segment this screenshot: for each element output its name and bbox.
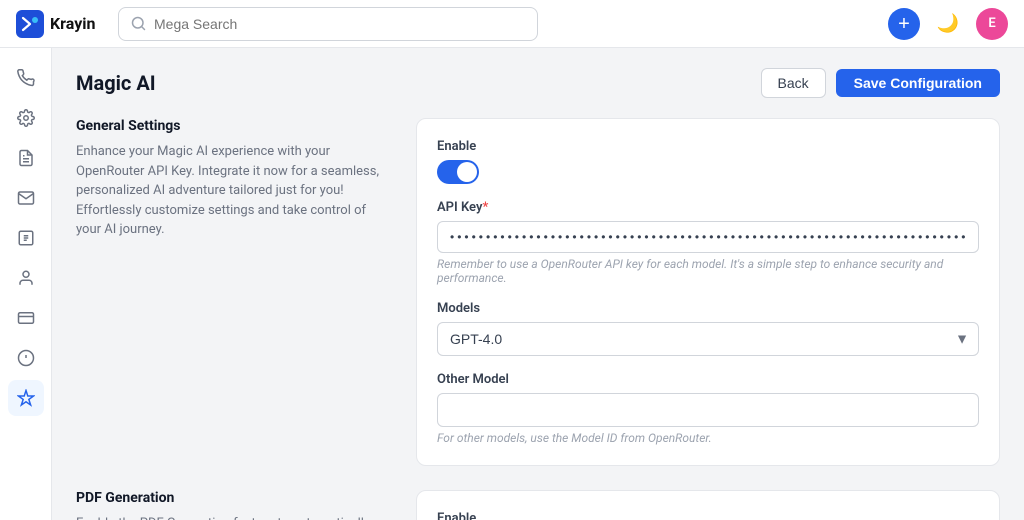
general-settings-desc: Enhance your Magic AI experience with yo…: [76, 142, 392, 240]
api-key-input[interactable]: [437, 221, 979, 253]
avatar[interactable]: E: [976, 8, 1008, 40]
save-configuration-button[interactable]: Save Configuration: [836, 69, 1000, 97]
pdf-generation-form: Enable: [416, 490, 1000, 520]
sidebar-item-billing[interactable]: [8, 300, 44, 336]
enable-label: Enable: [437, 139, 979, 154]
general-settings-section: General Settings Enhance your Magic AI e…: [76, 118, 1000, 482]
models-field-group: Models GPT-4.0 GPT-3.5-turbo Claude-3 Ll…: [437, 301, 979, 356]
sidebar-item-contacts[interactable]: [8, 260, 44, 296]
other-model-field-group: Other Model For other models, use the Mo…: [437, 372, 979, 445]
page-actions: Back Save Configuration: [761, 68, 1000, 98]
pdf-generation-section: PDF Generation Enable the PDF Generation…: [76, 490, 1000, 520]
logo[interactable]: Krayin: [16, 10, 106, 38]
models-select[interactable]: GPT-4.0 GPT-3.5-turbo Claude-3 Llama-3: [437, 322, 979, 356]
logo-text: Krayin: [50, 14, 95, 33]
page-header: Magic AI Back Save Configuration: [76, 68, 1000, 98]
other-model-label: Other Model: [437, 372, 979, 387]
pdf-enable-label: Enable: [437, 511, 979, 520]
models-select-wrap: GPT-4.0 GPT-3.5-turbo Claude-3 Llama-3 ▼: [437, 322, 979, 356]
search-icon: [131, 16, 146, 31]
sidebar-item-documents[interactable]: [8, 140, 44, 176]
general-settings-title: General Settings: [76, 118, 392, 134]
main-content: Magic AI Back Save Configuration General…: [52, 48, 1024, 520]
enable-field-group: Enable: [437, 139, 979, 184]
sidebar-item-calls[interactable]: [8, 60, 44, 96]
sidebar-item-settings[interactable]: [8, 100, 44, 136]
logo-icon: [16, 10, 44, 38]
pdf-generation-title: PDF Generation: [76, 490, 392, 506]
api-key-required: *: [482, 200, 488, 215]
sidebar-item-magic-ai[interactable]: [8, 380, 44, 416]
header-right: + 🌙 E: [888, 8, 1008, 40]
layout: Magic AI Back Save Configuration General…: [0, 48, 1024, 520]
general-settings-left: General Settings Enhance your Magic AI e…: [76, 118, 416, 482]
api-key-label: API Key*: [437, 200, 979, 215]
api-key-field-group: API Key* Remember to use a OpenRouter AP…: [437, 200, 979, 285]
dark-mode-button[interactable]: 🌙: [932, 8, 964, 40]
pdf-enable-field-group: Enable: [437, 511, 979, 520]
add-button[interactable]: +: [888, 8, 920, 40]
api-key-hint: Remember to use a OpenRouter API key for…: [437, 257, 979, 285]
page-title: Magic AI: [76, 71, 156, 95]
header: Krayin + 🌙 E: [0, 0, 1024, 48]
sidebar-item-tasks[interactable]: [8, 220, 44, 256]
search-input[interactable]: [154, 16, 525, 32]
sidebar-item-notifications[interactable]: [8, 340, 44, 376]
general-settings-form: Enable API Key* Remember to use a OpenRo…: [416, 118, 1000, 466]
back-button[interactable]: Back: [761, 68, 826, 98]
pdf-generation-desc: Enable the PDF Generation feature to aut…: [76, 514, 392, 520]
enable-toggle[interactable]: [437, 160, 479, 184]
sidebar: [0, 48, 52, 520]
sidebar-item-email[interactable]: [8, 180, 44, 216]
search-bar[interactable]: [118, 7, 538, 41]
pdf-generation-left: PDF Generation Enable the PDF Generation…: [76, 490, 416, 520]
other-model-input[interactable]: [437, 393, 979, 427]
models-label: Models: [437, 301, 979, 316]
other-model-hint: For other models, use the Model ID from …: [437, 431, 979, 445]
